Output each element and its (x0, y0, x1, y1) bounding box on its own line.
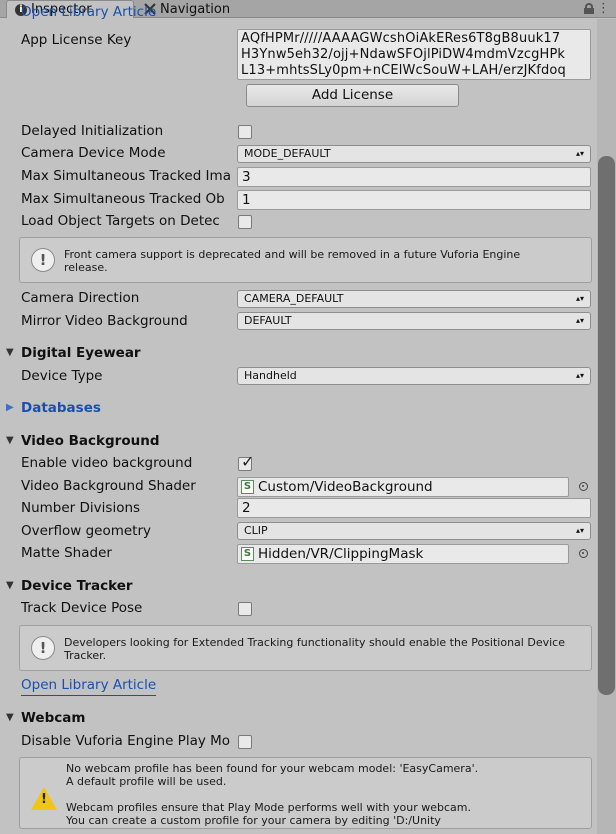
shader-icon: S (241, 547, 254, 561)
help-text-line: release. (64, 261, 108, 274)
mirror-video-background-label: Mirror Video Background (21, 313, 188, 329)
delayed-initialization-checkbox[interactable] (238, 125, 252, 139)
databases-header[interactable]: Databases (21, 398, 101, 418)
help-text-line: Tracker. (64, 649, 107, 662)
dropdown-arrows-icon: ▴▾ (575, 149, 584, 158)
menu-icon[interactable]: ⋮ (597, 1, 610, 16)
help-text-line: Developers looking for Extended Tracking… (64, 636, 565, 649)
shader-icon: S (241, 480, 254, 494)
device-tracker-header[interactable]: Device Tracker (21, 576, 133, 596)
max-tracked-images-field[interactable]: 3 (237, 167, 591, 187)
app-license-key-label: App License Key (21, 32, 132, 48)
foldout-collapsed-icon[interactable]: ▶ (6, 398, 18, 418)
warning-text-line: Webcam profiles ensure that Play Mode pe… (66, 801, 472, 814)
license-line: H3Ynw5eh32/ojj+NdawSFOjlPiDW4mdmVzcgHPk (241, 47, 566, 62)
camera-device-mode-value: MODE_DEFAULT (244, 147, 331, 160)
add-license-button[interactable]: Add License (246, 84, 459, 107)
foldout-expanded-icon[interactable]: ▼ (6, 576, 18, 596)
camera-direction-dropdown[interactable]: CAMERA_DEFAULT ▴▾ (237, 290, 591, 308)
matte-shader-label: Matte Shader (21, 545, 112, 561)
max-tracked-objects-field[interactable]: 1 (237, 190, 591, 210)
track-device-pose-checkbox[interactable] (238, 602, 252, 616)
checkmark-icon: ✓ (241, 452, 255, 471)
max-tracked-images-label: Max Simultaneous Tracked Ima (21, 168, 231, 184)
foldout-expanded-icon[interactable]: ▼ (6, 708, 18, 728)
device-type-value: Handheld (244, 369, 297, 382)
object-picker-icon[interactable] (579, 482, 588, 491)
open-library-article-link[interactable]: Open Library Article (21, 676, 157, 696)
foldout-expanded-icon[interactable]: ▼ (6, 431, 18, 451)
matte-shader-field[interactable]: S Hidden/VR/ClippingMask (237, 544, 569, 564)
warning-text-line: A default profile will be used. (66, 775, 227, 788)
video-background-shader-field[interactable]: S Custom/VideoBackground (237, 477, 569, 497)
delayed-initialization-label: Delayed Initialization (21, 123, 164, 139)
video-background-shader-value: Custom/VideoBackground (258, 479, 433, 495)
info-icon: ! (31, 636, 55, 660)
disable-play-mode-checkbox[interactable] (238, 735, 252, 749)
overflow-geometry-label: Overflow geometry (21, 523, 151, 539)
lock-icon[interactable] (584, 3, 594, 14)
dropdown-arrows-icon: ▴▾ (575, 526, 584, 535)
device-type-label: Device Type (21, 368, 103, 384)
enable-video-background-label: Enable video background (21, 455, 193, 471)
dropdown-arrows-icon: ▴▾ (575, 294, 584, 303)
foldout-expanded-icon[interactable]: ▼ (6, 343, 18, 363)
video-background-shader-label: Video Background Shader (21, 478, 196, 494)
info-icon: ! (31, 248, 55, 272)
enable-video-background-checkbox[interactable]: ✓ (238, 453, 254, 471)
camera-direction-value: CAMERA_DEFAULT (244, 292, 344, 305)
digital-eyewear-header[interactable]: Digital Eyewear (21, 343, 141, 363)
mirror-video-background-value: DEFAULT (244, 314, 292, 327)
dropdown-arrows-icon: ▴▾ (575, 371, 584, 380)
max-tracked-objects-label: Max Simultaneous Tracked Ob (21, 191, 225, 207)
warning-text-line: No webcam profile has been found for you… (66, 762, 479, 775)
device-tracker-help-box: ! Developers looking for Extended Tracki… (19, 625, 592, 671)
camera-device-mode-dropdown[interactable]: MODE_DEFAULT ▴▾ (237, 145, 591, 163)
matte-shader-value: Hidden/VR/ClippingMask (258, 546, 424, 562)
tab-navigation[interactable]: Navigation (140, 0, 260, 18)
camera-device-mode-label: Camera Device Mode (21, 145, 166, 161)
overflow-geometry-dropdown[interactable]: CLIP ▴▾ (237, 522, 591, 540)
dropdown-arrows-icon: ▴▾ (575, 316, 584, 325)
video-background-header[interactable]: Video Background (21, 431, 160, 451)
track-device-pose-label: Track Device Pose (21, 600, 143, 616)
device-type-dropdown[interactable]: Handheld ▴▾ (237, 367, 591, 385)
webcam-warning-box: ! No webcam profile has been found for y… (19, 757, 592, 829)
license-line: L13+mhtsSLy0pm+nCElWcSouW+LAH/erzJKfdoq (241, 63, 566, 78)
tab-navigation-label: Navigation (160, 1, 231, 17)
overflow-geometry-value: CLIP (244, 524, 268, 537)
camera-direction-label: Camera Direction (21, 290, 140, 306)
object-picker-icon[interactable] (579, 549, 588, 558)
warning-text-line: You can create a custom profile for your… (66, 814, 441, 827)
number-divisions-field[interactable]: 2 (237, 498, 591, 518)
open-library-article-link-top[interactable]: Open Library Article (21, 5, 156, 19)
mirror-video-background-dropdown[interactable]: DEFAULT ▴▾ (237, 312, 591, 330)
license-line: AQfHPMr/////AAAAGWcshOiAkERes6T8gB8uuk17 (241, 31, 561, 46)
disable-play-mode-label: Disable Vuforia Engine Play Mo (21, 733, 231, 749)
front-camera-help-box: ! Front camera support is deprecated and… (19, 237, 592, 283)
webcam-header[interactable]: Webcam (21, 708, 85, 728)
warning-icon: ! (31, 787, 57, 810)
number-divisions-label: Number Divisions (21, 500, 141, 516)
help-text-line: Front camera support is deprecated and w… (64, 248, 521, 261)
app-license-key-field[interactable]: AQfHPMr/////AAAAGWcshOiAkERes6T8gB8uuk17… (237, 29, 591, 80)
scrollbar-thumb[interactable] (598, 156, 615, 695)
load-object-targets-checkbox[interactable] (238, 215, 252, 229)
load-object-targets-label: Load Object Targets on Detec (21, 213, 220, 229)
